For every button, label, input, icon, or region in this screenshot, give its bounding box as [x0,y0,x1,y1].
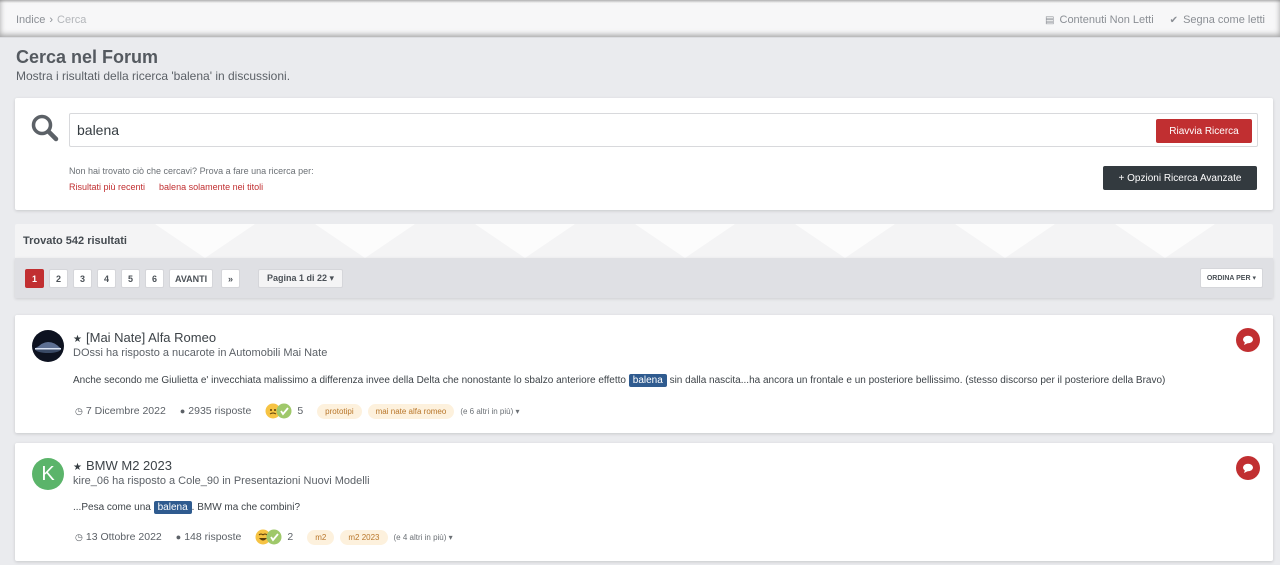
mark-read-label: Segna come letti [1183,14,1265,26]
pagination-bar: 1 2 3 4 5 6 AVANTI » Pagina 1 di 22 ▾ OR… [15,258,1273,298]
top-nav: ▤ Contenuti Non Letti ✔ Segna come letti [1045,14,1265,26]
reactions[interactable]: 5 [265,403,303,419]
post-snippet: Anche secondo me Giulietta e' invecchiat… [73,373,1165,389]
search-highlight: balena [153,501,192,514]
restart-search-button[interactable]: Riavvia Ricerca [1156,119,1252,143]
reaction-count: 2 [287,531,294,543]
page-select-dropdown[interactable]: Pagina 1 di 22 ▾ [258,269,344,288]
tag[interactable]: m2 [307,529,335,545]
tag[interactable]: m2 2023 [340,529,388,545]
reply-count-label: 148 risposte [184,531,242,543]
page-subtitle: Mostra i risultati della ricerca 'balena… [16,69,291,83]
snippet-text-after: . BMW ma che combini? [191,502,301,513]
titles-only-link[interactable]: balena solamente nei titoli [159,182,263,192]
reaction-count: 5 [297,405,304,417]
post-stats: ◷ 7 Dicembre 2022 ● 2935 risposte 5 protot… [75,403,519,419]
avatar[interactable]: K [32,458,64,490]
avatar[interactable] [32,330,64,362]
snippet-text-before: Anche secondo me Giulietta e' invecchiat… [73,375,626,386]
post-date-label: 7 Dicembre 2022 [85,405,166,417]
sort-order-dropdown[interactable]: ORDINA PER ▾ [1199,268,1263,288]
post-title[interactable]: [Mai Nate] Alfa Romeo [86,330,216,345]
breadcrumb-current: Cerca [57,14,87,26]
next-page-button[interactable]: AVANTI [169,269,214,288]
post-date: ◷ 13 Ottobre 2022 [75,531,162,543]
search-highlight: balena [628,374,667,387]
avatar-letter: K [41,462,55,485]
comment-bubble-icon[interactable] [1236,456,1260,480]
clock-icon: ◷ [75,531,83,542]
reply-count: ● 2935 risposte [180,405,251,417]
post-snippet: ...Pesa come una balena. BMW ma che comb… [73,500,300,516]
breadcrumb: Indice › Cerca [16,14,86,26]
page-5-button[interactable]: 5 [121,269,140,288]
result-card: ★ [Mai Nate] Alfa Romeo DOssi ha rispost… [15,315,1273,433]
snippet-text-before: ...Pesa come una [73,502,151,513]
search-panel: Riavvia Ricerca Non hai trovato ciò che … [15,98,1273,210]
star-icon: ★ [73,462,82,473]
reaction-emoji-icon [265,403,293,419]
comment-bubble-icon[interactable] [1236,328,1260,352]
tag[interactable]: prototipi [317,403,362,419]
search-hint: Non hai trovato ciò che cercavi? Prova a… [69,166,314,176]
breadcrumb-home[interactable]: Indice [16,14,45,26]
check-icon: ✔ [1169,15,1179,26]
comment-icon: ● [179,406,186,416]
last-page-button[interactable]: » [221,269,240,288]
breadcrumb-separator: › [49,14,54,26]
more-tags-toggle[interactable]: (e 4 altri in più) ▾ [394,533,453,542]
tag[interactable]: mai nate alfa romeo [367,403,455,419]
unread-content-link[interactable]: ▤ Contenuti Non Letti [1045,14,1154,26]
page-1-button[interactable]: 1 [25,269,44,288]
header-pattern [155,224,1215,258]
more-tags-toggle[interactable]: (e 6 altri in più) ▾ [460,407,519,416]
page-4-button[interactable]: 4 [97,269,116,288]
search-suggestions: Risultati più recenti balena solamente n… [69,182,263,192]
post-stats: ◷ 13 Ottobre 2022 ● 148 risposte 2 m2 m2 2… [75,529,453,545]
top-bar: Indice › Cerca ▤ Contenuti Non Letti ✔ Segna… [0,0,1280,38]
results-header: Trovato 542 risultati [15,224,1273,258]
post-title[interactable]: BMW M2 2023 [86,458,172,473]
reply-count: ● 148 risposte [176,531,242,543]
page-2-button[interactable]: 2 [49,269,68,288]
unread-content-label: Contenuti Non Letti [1059,14,1154,26]
clock-icon: ◷ [75,405,83,416]
car-photo-icon [32,330,64,362]
page-title: Cerca nel Forum [16,47,159,67]
comment-icon: ● [175,532,182,542]
results-count: Trovato 542 risultati [23,235,127,247]
page-3-button[interactable]: 3 [73,269,92,288]
post-meta: DOssi ha risposto a nucarote in Automobi… [73,347,328,359]
post-date-label: 13 Ottobre 2022 [85,531,162,543]
reaction-emoji-icon [255,529,283,545]
reply-count-label: 2935 risposte [188,405,252,417]
star-icon: ★ [73,334,82,345]
post-date: ◷ 7 Dicembre 2022 [75,405,166,417]
advanced-search-button[interactable]: + Opzioni Ricerca Avanzate [1103,166,1257,190]
mark-read-link[interactable]: ✔ Segna come letti [1170,14,1265,26]
search-input[interactable] [69,113,1258,147]
recent-results-link[interactable]: Risultati più recenti [69,182,145,192]
post-meta: kire_06 ha risposto a Cole_90 in Present… [73,475,370,487]
page-6-button[interactable]: 6 [145,269,164,288]
reactions[interactable]: 2 [255,529,293,545]
search-icon [31,114,59,142]
newspaper-icon: ▤ [1045,15,1055,26]
snippet-text-after: sin dalla nascita...ha ancora un frontal… [669,375,1166,386]
result-card: K ★ BMW M2 2023 kire_06 ha risposto a Co… [15,443,1273,561]
